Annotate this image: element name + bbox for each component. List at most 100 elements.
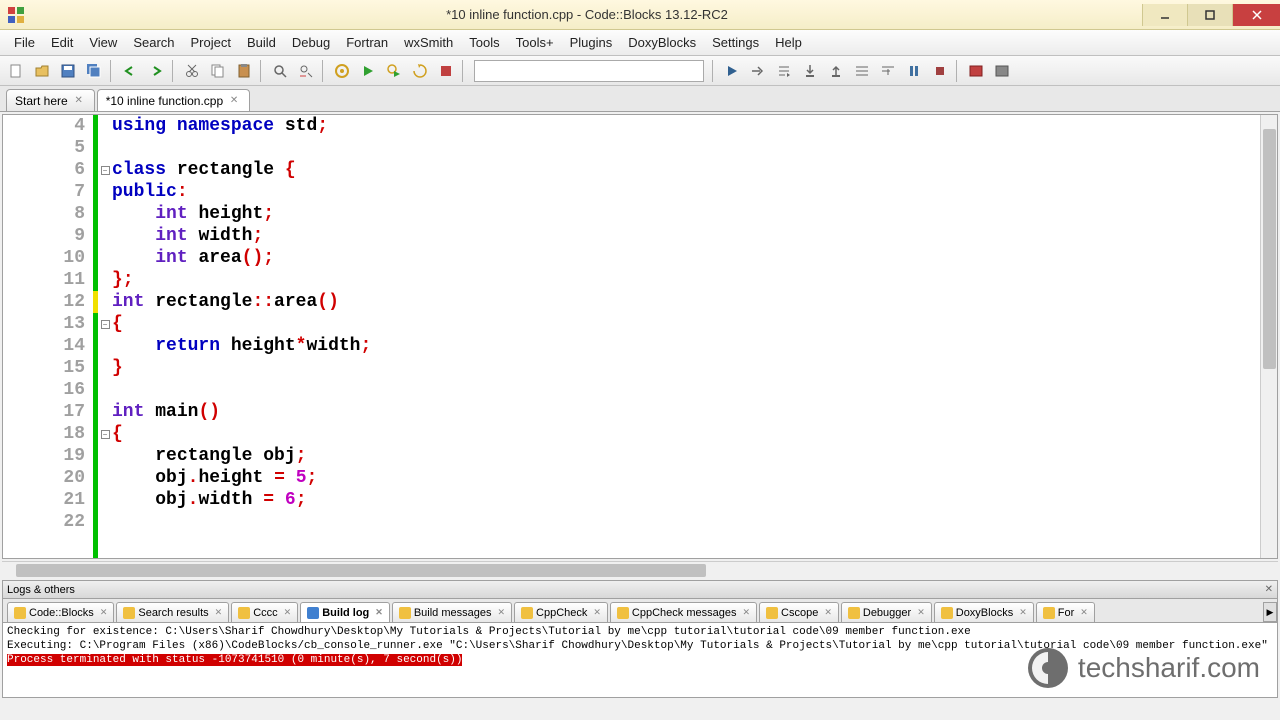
log-tab-close-icon[interactable]: ✕ (215, 607, 223, 618)
redo-button[interactable] (144, 59, 168, 83)
logs-panel-header[interactable]: Logs & others ✕ (3, 581, 1277, 599)
debug-continue-button[interactable] (720, 59, 744, 83)
minimize-button[interactable] (1142, 4, 1187, 26)
build-target-dropdown[interactable] (474, 60, 704, 82)
log-tab-close-icon[interactable]: ✕ (375, 607, 383, 618)
menu-project[interactable]: Project (183, 32, 239, 53)
copy-button[interactable] (206, 59, 230, 83)
step-into-instr-button[interactable] (876, 59, 900, 83)
build-button[interactable] (330, 59, 354, 83)
menu-view[interactable]: View (81, 32, 125, 53)
menu-debug[interactable]: Debug (284, 32, 338, 53)
log-tab-build-log[interactable]: Build log ✕ (300, 602, 390, 622)
build-run-button[interactable] (382, 59, 406, 83)
close-button[interactable] (1232, 4, 1280, 26)
save-button[interactable] (56, 59, 80, 83)
log-tab-close-icon[interactable]: ✕ (593, 607, 601, 618)
log-tab-debugger[interactable]: Debugger✕ (841, 602, 932, 622)
horizontal-scrollbar[interactable] (2, 561, 1278, 578)
log-tab-search-results[interactable]: Search results✕ (116, 602, 229, 622)
menu-edit[interactable]: Edit (43, 32, 81, 53)
log-tab-cscope[interactable]: Cscope✕ (759, 602, 839, 622)
logs-close-icon[interactable]: ✕ (1265, 584, 1273, 595)
menu-help[interactable]: Help (767, 32, 810, 53)
menu-build[interactable]: Build (239, 32, 284, 53)
menu-settings[interactable]: Settings (704, 32, 767, 53)
step-into-button[interactable] (798, 59, 822, 83)
save-all-button[interactable] (82, 59, 106, 83)
log-tab-label: CppCheck (536, 607, 587, 619)
log-tab-cccc[interactable]: Cccc✕ (231, 602, 298, 622)
window-title: *10 inline function.cpp - Code::Blocks 1… (32, 7, 1142, 22)
log-tab-label: Build messages (414, 607, 492, 619)
undo-button[interactable] (118, 59, 142, 83)
log-tab-close-icon[interactable]: ✕ (1019, 607, 1027, 618)
log-tab-close-icon[interactable]: ✕ (100, 607, 108, 618)
log-tab-close-icon[interactable]: ✕ (1080, 607, 1088, 618)
maximize-button[interactable] (1187, 4, 1232, 26)
editor[interactable]: 45678910111213141516171819202122 − − − usi… (2, 114, 1278, 559)
file-tab[interactable]: Start here✕ (6, 89, 95, 111)
log-tab-close-icon[interactable]: ✕ (824, 607, 832, 618)
stop-debug-button[interactable] (928, 59, 952, 83)
fold-toggle-icon[interactable]: − (101, 320, 110, 329)
fold-column[interactable]: − − − (98, 115, 112, 558)
watermark-icon (1026, 646, 1070, 690)
log-tab-cppcheck-messages[interactable]: CppCheck messages ✕ (610, 602, 757, 622)
logs-panel-title: Logs & others (7, 584, 75, 596)
menu-search[interactable]: Search (125, 32, 182, 53)
rebuild-button[interactable] (408, 59, 432, 83)
titlebar: *10 inline function.cpp - Code::Blocks 1… (0, 0, 1280, 30)
log-tab-code-blocks[interactable]: Code::Blocks✕ (7, 602, 114, 622)
log-tab-close-icon[interactable]: ✕ (742, 607, 750, 618)
next-line-button[interactable] (772, 59, 796, 83)
file-tab[interactable]: *10 inline function.cpp✕ (97, 89, 250, 111)
log-tab-label: DoxyBlocks (956, 607, 1013, 619)
log-tab-build-messages[interactable]: Build messages ✕ (392, 602, 512, 622)
log-tab-icon (14, 607, 26, 619)
code-text[interactable]: using namespace std;class rectangle {pub… (112, 115, 1260, 558)
debug-windows-button[interactable] (964, 59, 988, 83)
replace-button[interactable] (294, 59, 318, 83)
log-tab-close-icon[interactable]: ✕ (497, 607, 505, 618)
log-tab-close-icon[interactable]: ✕ (284, 607, 292, 618)
log-tabs-scroll-right[interactable]: ▶ (1263, 602, 1277, 622)
fold-toggle-icon[interactable]: − (101, 166, 110, 175)
vertical-scrollbar[interactable] (1260, 115, 1277, 558)
menubar: FileEditViewSearchProjectBuildDebugFortr… (0, 30, 1280, 56)
menu-tools-[interactable]: Tools+ (508, 32, 562, 53)
app-icon (6, 5, 26, 25)
paste-button[interactable] (232, 59, 256, 83)
log-tab-doxyblocks[interactable]: DoxyBlocks ✕ (934, 602, 1034, 622)
menu-file[interactable]: File (6, 32, 43, 53)
menu-plugins[interactable]: Plugins (562, 32, 621, 53)
cut-button[interactable] (180, 59, 204, 83)
menu-tools[interactable]: Tools (461, 32, 507, 53)
file-tabs-row: Start here✕*10 inline function.cpp✕ (0, 86, 1280, 112)
abort-button[interactable] (434, 59, 458, 83)
log-tab-label: Build log (322, 607, 369, 619)
menu-fortran[interactable]: Fortran (338, 32, 396, 53)
log-tab-for[interactable]: For✕ (1036, 602, 1095, 622)
next-instr-button[interactable] (850, 59, 874, 83)
menu-doxyblocks[interactable]: DoxyBlocks (620, 32, 704, 53)
tab-close-icon[interactable]: ✕ (72, 94, 86, 108)
step-out-button[interactable] (824, 59, 848, 83)
new-file-button[interactable] (4, 59, 28, 83)
find-button[interactable] (268, 59, 292, 83)
log-tab-close-icon[interactable]: ✕ (917, 607, 925, 618)
toolbar (0, 56, 1280, 86)
log-tab-cppcheck[interactable]: CppCheck ✕ (514, 602, 608, 622)
log-line: Checking for existence: C:\Users\Sharif … (7, 625, 1273, 639)
tab-close-icon[interactable]: ✕ (227, 94, 241, 108)
line-number-gutter: 45678910111213141516171819202122 (3, 115, 93, 558)
various-info-button[interactable] (990, 59, 1014, 83)
menu-wxsmith[interactable]: wxSmith (396, 32, 461, 53)
run-to-cursor-button[interactable] (746, 59, 770, 83)
open-button[interactable] (30, 59, 54, 83)
log-tab-label: CppCheck messages (632, 607, 737, 619)
break-button[interactable] (902, 59, 926, 83)
watermark: techsharif.com (1026, 646, 1260, 690)
fold-toggle-icon[interactable]: − (101, 430, 110, 439)
run-button[interactable] (356, 59, 380, 83)
